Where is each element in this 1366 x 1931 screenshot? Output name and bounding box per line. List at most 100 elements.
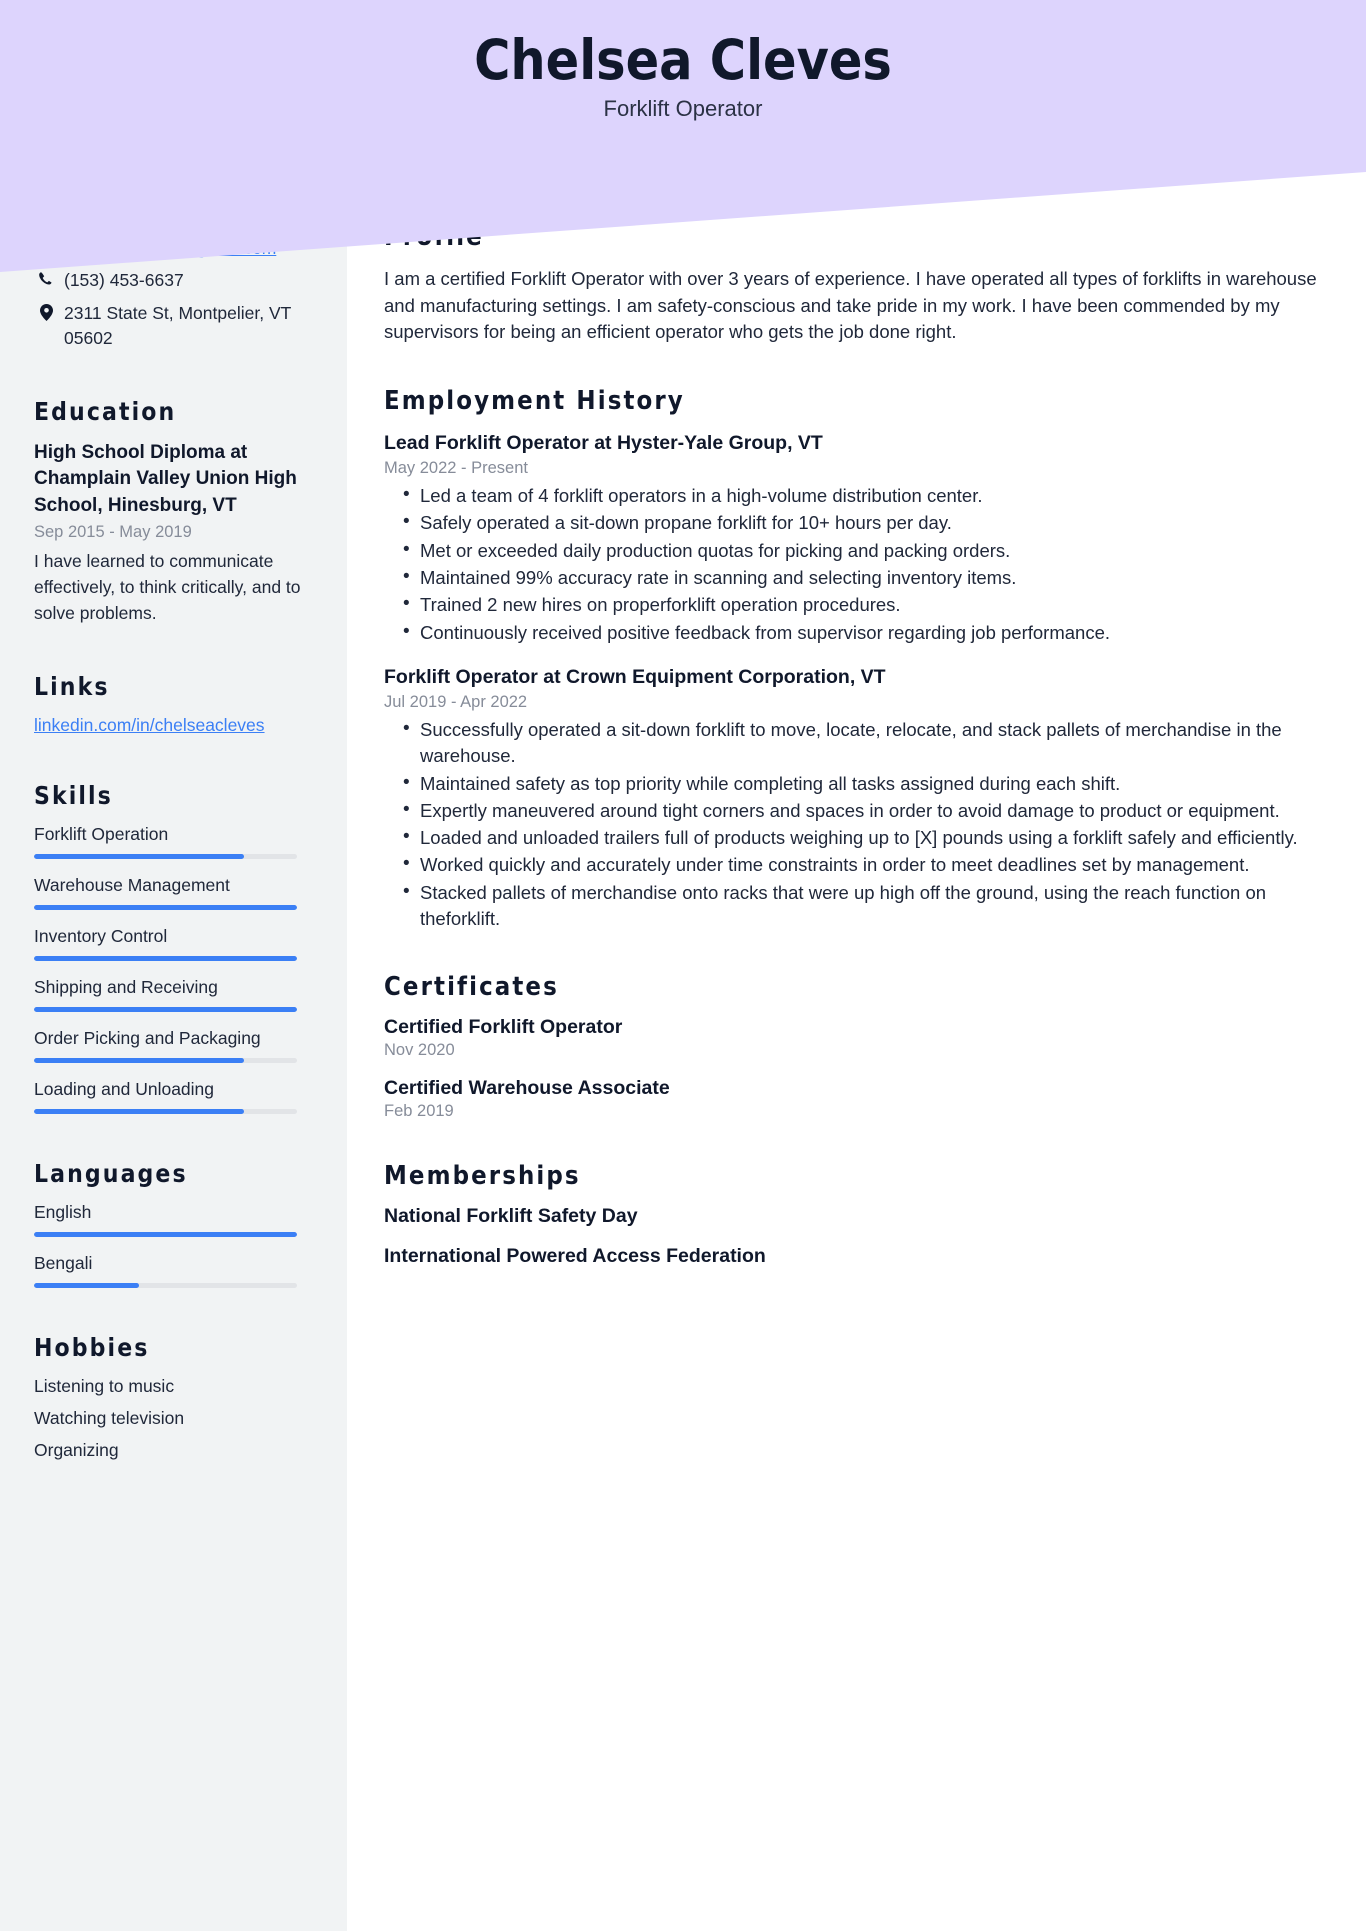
skills-row: Warehouse Management xyxy=(34,875,313,910)
education-degree: High School Diploma at Champlain Valley … xyxy=(34,441,297,517)
languages-list: English Bengali xyxy=(34,1202,313,1288)
certificate-entry: Certified Warehouse Associate Feb 2019 xyxy=(384,1077,1319,1121)
job-bullets: Successfully operated a sit-down forklif… xyxy=(384,716,1319,933)
job-bullet: Stacked pallets of merchandise onto rack… xyxy=(384,879,1319,933)
certificate-name: Certified Warehouse Associate xyxy=(384,1077,670,1100)
job-bullet: Continuously received positive feedback … xyxy=(384,618,1319,646)
languages-label: Bengali xyxy=(34,1252,93,1273)
resume-page: chelsea.cleves@gmail.com (153) 453-6637 … xyxy=(0,0,1366,1931)
certificates-section: Certificates Certified Forklift Operator… xyxy=(384,972,1319,1121)
certificates-list: Certified Forklift Operator Nov 2020 Certi… xyxy=(384,1016,1319,1121)
skills-level-fill xyxy=(34,853,245,859)
sidebar: chelsea.cleves@gmail.com (153) 453-6637 … xyxy=(0,0,347,1931)
hobbies-list: Listening to music Watching television Org… xyxy=(34,1376,313,1461)
profile-text: I am a certified Forklift Operator with … xyxy=(384,268,1317,343)
membership-item: International Powered Access Federation xyxy=(384,1245,766,1268)
languages-row: Bengali xyxy=(34,1253,313,1288)
links-section: Links linkedin.com/in/chelseacleves xyxy=(34,672,313,736)
languages-title: Languages xyxy=(34,1158,188,1188)
skills-row: Shipping and Receiving xyxy=(34,977,313,1012)
skills-row: Loading and Unloading xyxy=(34,1079,313,1114)
skills-list: Forklift Operation Warehouse Management In… xyxy=(34,824,313,1114)
hobbies-title: Hobbies xyxy=(34,1332,150,1362)
header-text: Chelsea Cleves Forklift Operator xyxy=(0,28,1366,122)
memberships-section: Memberships National Forklift Safety Day… xyxy=(384,1161,1319,1268)
education-date: Sep 2015 - May 2019 xyxy=(34,523,192,542)
languages-level-fill xyxy=(34,1231,297,1237)
education-section: Education High School Diploma at Champla… xyxy=(34,397,313,627)
languages-row: English xyxy=(34,1202,313,1237)
skills-level-track xyxy=(34,853,297,859)
languages-level-track xyxy=(34,1231,297,1237)
education-description: I have learned to communicate effectivel… xyxy=(34,551,301,623)
job-bullet: Trained 2 new hires on properforklift op… xyxy=(384,591,1319,618)
languages-label: English xyxy=(34,1201,92,1222)
skills-row: Inventory Control xyxy=(34,926,313,961)
hobby-item: Listening to music xyxy=(34,1375,175,1396)
hobby-item: Organizing xyxy=(34,1439,119,1460)
languages-level-track xyxy=(34,1282,297,1288)
phone-icon xyxy=(34,268,58,287)
job-title: Forklift Operator at Crown Equipment Cor… xyxy=(384,665,886,688)
education-title: Education xyxy=(34,396,177,426)
certificate-name: Certified Forklift Operator xyxy=(384,1016,623,1039)
skills-level-fill xyxy=(34,1057,245,1063)
job-bullet: Loaded and unloaded trailers full of pro… xyxy=(384,824,1319,851)
profile-section: Profile I am a certified Forklift Operat… xyxy=(384,222,1319,346)
link-item-linkedin[interactable]: linkedin.com/in/chelseacleves xyxy=(34,715,313,736)
skills-label: Inventory Control xyxy=(34,925,168,946)
hobbies-section: Hobbies Listening to music Watching telev… xyxy=(34,1333,313,1461)
skills-level-fill xyxy=(34,904,297,910)
contact-address-row: 2311 State St, Montpelier, VT 05602 xyxy=(34,301,313,352)
skills-level-track xyxy=(34,955,297,961)
job-bullet: Successfully operated a sit-down forklif… xyxy=(384,716,1319,770)
hobby-item: Watching television xyxy=(34,1407,185,1428)
job-entry: Lead Forklift Operator at Hyster-Yale Gr… xyxy=(384,430,1319,646)
job-date: May 2022 - Present xyxy=(384,459,528,478)
job-bullet: Safely operated a sit-down propane forkl… xyxy=(384,509,1319,536)
skills-row: Order Picking and Packaging xyxy=(34,1028,313,1063)
skills-row: Forklift Operation xyxy=(34,824,313,859)
job-bullet: Expertly maneuvered around tight corners… xyxy=(384,797,1319,824)
candidate-name: Chelsea Cleves xyxy=(474,28,892,92)
jobs-list: Lead Forklift Operator at Hyster-Yale Gr… xyxy=(384,430,1319,932)
skills-label: Forklift Operation xyxy=(34,823,169,844)
job-bullet: Led a team of 4 forklift operators in a … xyxy=(384,482,1319,509)
skills-section: Skills Forklift Operation Warehouse Manag… xyxy=(34,781,313,1114)
certificate-date: Nov 2020 xyxy=(384,1041,455,1060)
job-bullet: Maintained safety as top priority while … xyxy=(384,770,1319,797)
certificate-date: Feb 2019 xyxy=(384,1102,454,1121)
employment-section: Employment History Lead Forklift Operato… xyxy=(384,386,1319,932)
job-bullets: Led a team of 4 forklift operators in a … xyxy=(384,482,1319,646)
location-pin-icon xyxy=(34,301,58,321)
skills-label: Order Picking and Packaging xyxy=(34,1027,261,1048)
membership-item: National Forklift Safety Day xyxy=(384,1205,638,1228)
contact-phone-row: (153) 453-6637 xyxy=(34,268,313,293)
links-title: Links xyxy=(34,671,110,701)
certificates-title: Certificates xyxy=(384,972,559,1003)
certificate-entry: Certified Forklift Operator Nov 2020 xyxy=(384,1016,1319,1060)
skills-label: Loading and Unloading xyxy=(34,1078,215,1099)
job-entry: Forklift Operator at Crown Equipment Cor… xyxy=(384,664,1319,932)
memberships-title: Memberships xyxy=(384,1161,581,1192)
skills-level-track xyxy=(34,904,297,910)
skills-level-fill xyxy=(34,1108,245,1114)
address-value: 2311 State St, Montpelier, VT 05602 xyxy=(64,302,291,349)
candidate-role: Forklift Operator xyxy=(603,95,763,121)
employment-title: Employment History xyxy=(384,385,685,416)
job-bullet: Met or exceeded daily production quotas … xyxy=(384,537,1319,564)
skills-level-track xyxy=(34,1006,297,1012)
languages-section: Languages English Bengali xyxy=(34,1159,313,1288)
languages-level-fill xyxy=(34,1282,140,1288)
job-bullet: Maintained 99% accuracy rate in scanning… xyxy=(384,564,1319,591)
skills-level-track xyxy=(34,1057,297,1063)
job-date: Jul 2019 - Apr 2022 xyxy=(384,693,528,712)
skills-level-track xyxy=(34,1108,297,1114)
skills-label: Warehouse Management xyxy=(34,874,230,895)
skills-title: Skills xyxy=(34,780,113,810)
education-item: High School Diploma at Champlain Valley … xyxy=(34,440,313,627)
skills-level-fill xyxy=(34,1006,297,1012)
job-bullet: Worked quickly and accurately under time… xyxy=(384,851,1319,878)
job-title: Lead Forklift Operator at Hyster-Yale Gr… xyxy=(384,431,823,454)
skills-label: Shipping and Receiving xyxy=(34,976,218,997)
